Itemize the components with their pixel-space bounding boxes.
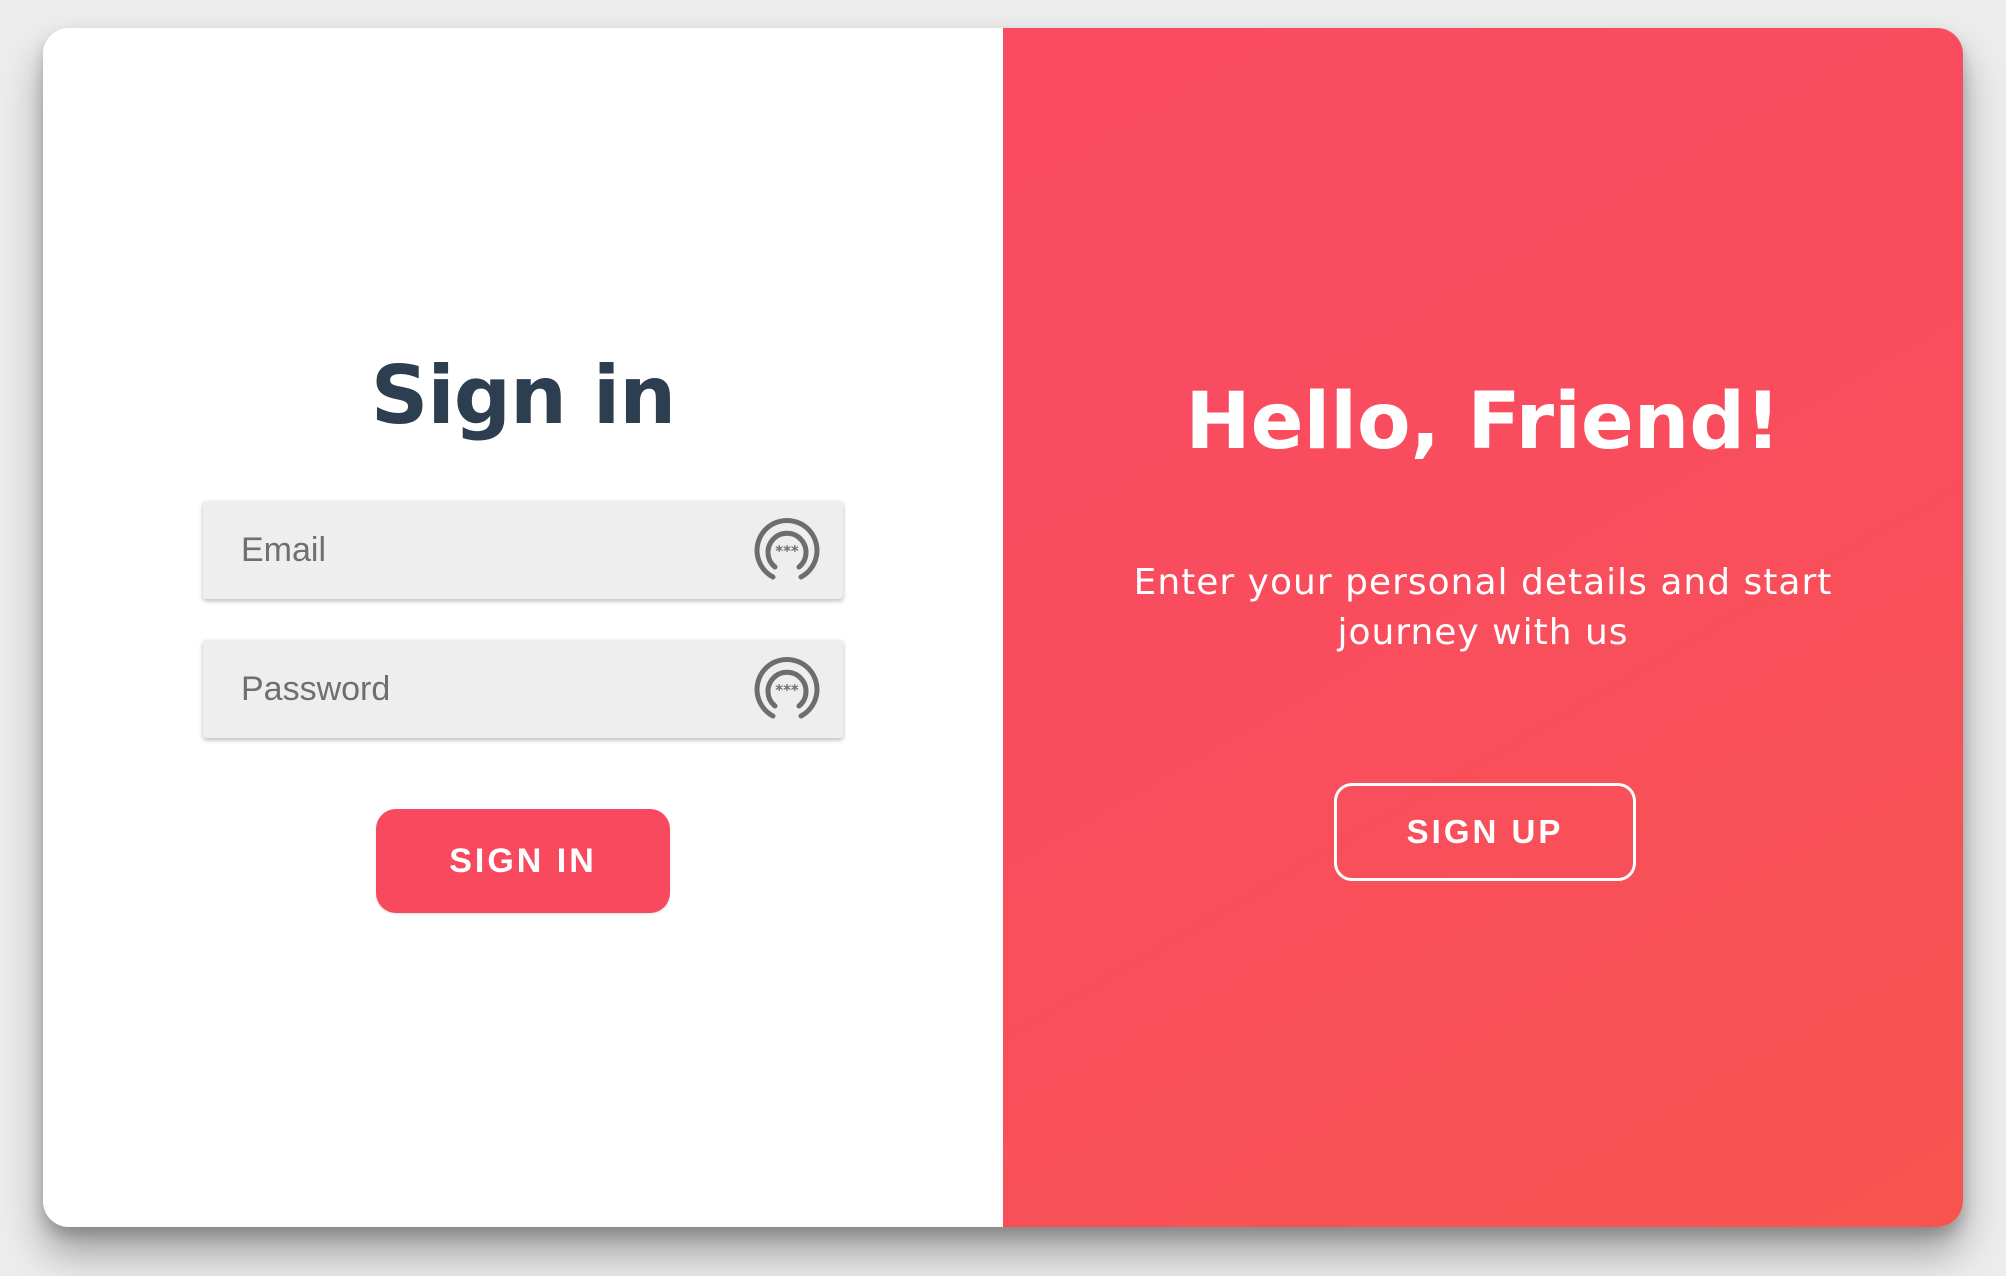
password-field[interactable]: *** [203,640,843,738]
sign-in-button[interactable]: SIGN IN [376,809,670,913]
email-input[interactable] [203,501,741,599]
password-input[interactable] [203,640,741,738]
welcome-text: Enter your personal details and start jo… [1133,562,1833,653]
welcome-title: Hello, Friend! [1185,377,1781,467]
svg-text:***: *** [775,681,799,699]
svg-text:***: *** [775,542,799,560]
password-manager-icon[interactable]: *** [751,515,823,587]
signin-title: Sign in [370,349,676,442]
email-field[interactable]: *** [203,501,843,599]
signin-panel: Sign in *** *** SIGN IN [43,28,1003,1227]
auth-card: Sign in *** *** SIGN IN Hello, Friend! E… [43,28,1963,1227]
welcome-panel: Hello, Friend! Enter your personal detai… [1003,28,1963,1227]
password-manager-icon[interactable]: *** [751,654,823,726]
sign-up-button[interactable]: SIGN UP [1334,783,1636,881]
